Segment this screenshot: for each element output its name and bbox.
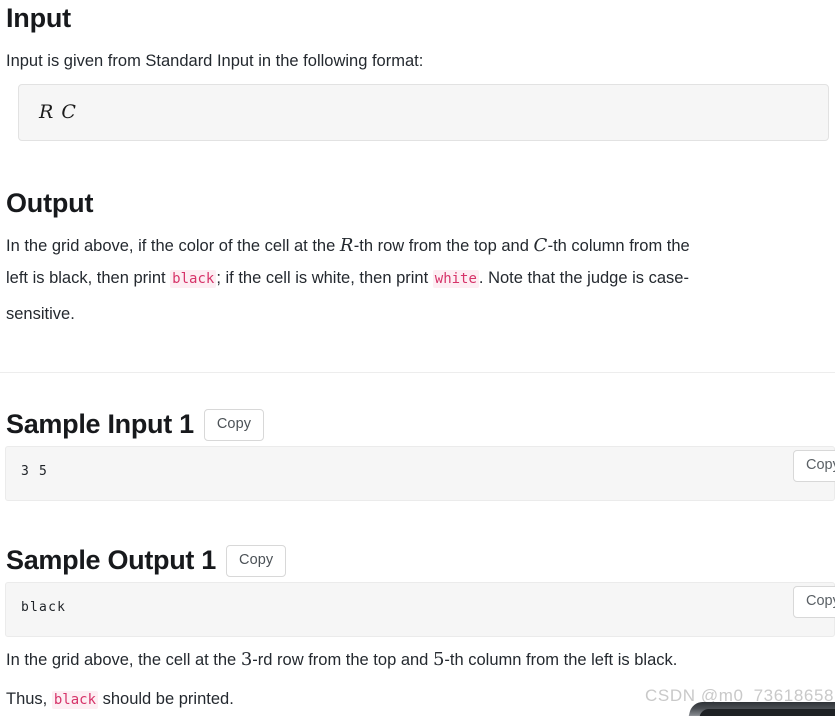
output-text-part-3: -th column from the — [547, 237, 690, 255]
number-column: 5 — [432, 649, 445, 670]
explanation-text-part-5: should be printed. — [98, 690, 234, 708]
sample-output-code-block: black — [5, 582, 835, 637]
variable-c: C — [533, 235, 548, 256]
copy-sample-output-button[interactable]: Copy — [226, 545, 287, 577]
copy-sample-input-button[interactable]: Copy — [203, 409, 265, 441]
inline-code-black-2: black — [51, 691, 99, 709]
variable-r: R — [339, 235, 354, 256]
output-text-part-5: ; if the cell is white, then print — [216, 269, 433, 287]
sample-output-heading-label: Sample Output 1 — [6, 545, 217, 576]
output-description-line2: left is black, then print black; if the … — [6, 264, 835, 293]
copy-sample-input-inline-button[interactable]: Copy — [793, 450, 835, 482]
copy-sample-output-inline-button[interactable]: Copy — [793, 586, 835, 618]
heading-sample-output-1: Sample Output 1 Copy — [6, 545, 287, 577]
explanation-text-part-3: -th column from the left is black. — [444, 651, 678, 669]
explanation-text-part-4: Thus, — [6, 690, 52, 708]
section-divider — [0, 372, 835, 373]
input-format-text: R C — [39, 101, 77, 123]
inline-code-white: white — [432, 270, 479, 288]
output-description: In the grid above, if the color of the c… — [6, 232, 835, 260]
heading-sample-input-1: Sample Input 1 Copy — [6, 409, 265, 441]
inline-code-black: black — [170, 270, 217, 288]
sample-output-content: black — [21, 600, 67, 615]
explanation-line-2: Thus, black should be printed. — [6, 685, 835, 714]
heading-input: Input — [6, 3, 71, 33]
sample-input-code-block: 3 5 — [5, 446, 835, 501]
output-text-part-4: left is black, then print — [6, 269, 171, 287]
output-text-part-2: -th row from the top and — [353, 237, 534, 255]
input-intro-text: Input is given from Standard Input in th… — [6, 52, 424, 70]
explanation-line-1: In the grid above, the cell at the 3-rd … — [6, 646, 835, 674]
input-format-block: R C — [18, 84, 829, 141]
output-text-part-1: In the grid above, if the color of the c… — [6, 237, 340, 255]
sample-input-content: 3 5 — [21, 464, 49, 479]
heading-output: Output — [6, 188, 94, 218]
output-description-line3: sensitive. — [6, 305, 75, 323]
document-page: Input Input is given from Standard Input… — [0, 0, 835, 716]
explanation-text-part-1: In the grid above, the cell at the — [6, 651, 241, 669]
number-row: 3 — [240, 649, 253, 670]
sample-input-heading-label: Sample Input 1 — [6, 409, 194, 440]
explanation-text-part-2: -rd row from the top and — [252, 651, 433, 669]
output-text-part-6: . Note that the judge is case- — [478, 269, 689, 287]
